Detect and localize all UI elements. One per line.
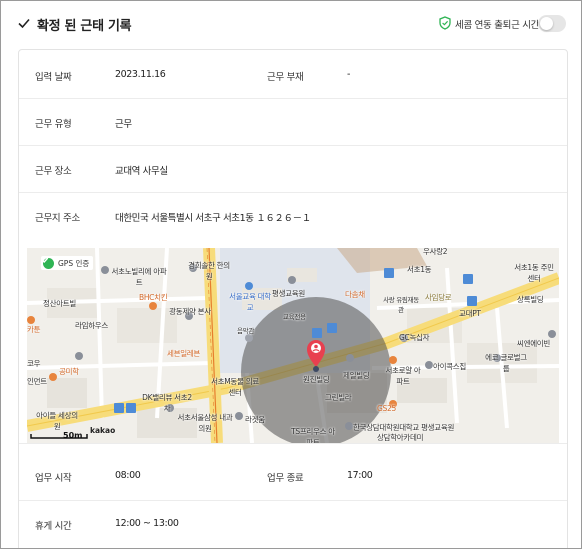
gps-badge: GPS 인증 [41,256,94,270]
map-label: 우사랑2 [423,248,448,256]
map-label: 아이들 세상의원 [36,411,78,431]
map-label: 서초1동 주민센터 [514,263,554,283]
panel-header: 확정 된 근태 기록 세콤 연동 출퇴근 시간 [1,1,581,47]
shield-icon [439,16,451,30]
map-label: 라겟움 [245,415,265,424]
secom-toggle-label: 세콤 연동 출퇴근 시간 [455,20,540,31]
map-label: 서초M동물 의료센터 [211,377,259,397]
map-label: 씨엔에이빈 [517,339,550,348]
start-value: 08:00 [115,470,141,481]
address-value: 대한민국 서울특별시 서초구 서초1동 １６２６－１ [115,213,311,224]
map-attribution: kakao [90,426,116,435]
date-row: 입력 날짜 2023.11.16 근무 부재 - [19,50,567,99]
map-label: 교대PT [459,309,481,318]
attendance-panel: 확정 된 근태 기록 세콤 연동 출퇴근 시간 입력 날짜 2023.11.16… [0,0,582,549]
map-scale-label: 50m [63,431,83,440]
location-map[interactable]: GPS 인증 우사랑2 서초1동 서초1동 주민센터 서초노빌리에 아파트 경희… [27,248,559,443]
absence-label: 근무 부재 [267,72,304,83]
secom-sync-toggle[interactable] [538,15,566,32]
map-label: 서초서울삼성 내과의원 [177,413,233,433]
map-label: DK밸리뷰 서초2차 [142,393,192,413]
map-label: 제일빌딩 [343,371,370,380]
place-label: 근무 장소 [35,166,72,177]
date-label: 입력 날짜 [35,72,72,83]
map-label: 라임하우스 [75,321,108,330]
map-canvas [27,248,559,443]
map-label: 세븐일레븐 [167,349,200,358]
absence-value: - [347,69,351,80]
record-card: 입력 날짜 2023.11.16 근무 부재 - 근무 유형 근무 근무 장소 … [18,49,568,548]
gps-badge-label: GPS 인증 [58,258,90,268]
map-label: 그린빌라 [325,393,352,402]
map-label: 평생교육원 [272,289,305,298]
type-row: 근무 유형 근무 [19,98,567,146]
map-label: 코우 [27,359,41,368]
place-row: 근무 장소 교대역 사무실 [19,145,567,193]
toggle-knob [540,17,553,30]
gps-check-icon [41,257,54,269]
break-label: 휴게 시간 [35,521,72,532]
map-label: 다솜채 [345,290,365,299]
map-label: 서초1동 [407,265,432,274]
map-label: 경희솔한 한의원 [188,261,230,281]
checkmark-icon [18,18,30,29]
map-label: 에코 글로벌그룹 [485,353,527,373]
map-label: GC녹십자 [399,333,430,342]
type-value: 근무 [115,119,132,130]
map-label: 정산아트빌 [43,299,76,308]
type-label: 근무 유형 [35,119,72,130]
map-label: 아이콕스집 [433,362,466,371]
map-label: TS프리우스 아파트 [291,427,335,443]
map-label: 상담학아카데미 [377,433,424,442]
map-label: 카툰 [27,325,41,334]
map-label: 교육전용 [283,313,306,321]
map-label: BHC치킨 [139,293,168,302]
map-label: 공미학 [59,367,79,376]
address-label: 근무지 주소 [35,213,80,224]
map-label: 인먼트 [27,377,47,386]
map-label: 서초노빌리에 아파트 [111,267,167,287]
panel-title: 확정 된 근태 기록 [37,19,132,34]
map-label: 광동제약 본사 [169,307,211,316]
work-time-row: 업무 시작 08:00 업무 종료 17:00 [19,452,567,501]
break-value: 12:00 ~ 13:00 [115,518,179,529]
map-label: 상록빌딩 [517,295,544,304]
map-label: 사랑 유림재동관 [383,296,419,314]
end-value: 17:00 [347,470,373,481]
end-label: 업무 종료 [267,473,304,484]
map-label: 서초로얄 아파트 [385,366,421,386]
map-label: GS25 [377,404,396,413]
map-label: 원진빌딩 [303,375,330,384]
date-value: 2023.11.16 [115,69,166,80]
start-label: 업무 시작 [35,473,72,484]
place-value: 교대역 사무실 [115,166,168,177]
map-label: 음악관 [237,327,255,335]
map-label: 사임당로 [425,293,452,302]
break-row: 휴게 시간 12:00 ~ 13:00 [19,500,567,548]
map-label: 서울교육 대학교 [229,292,271,312]
